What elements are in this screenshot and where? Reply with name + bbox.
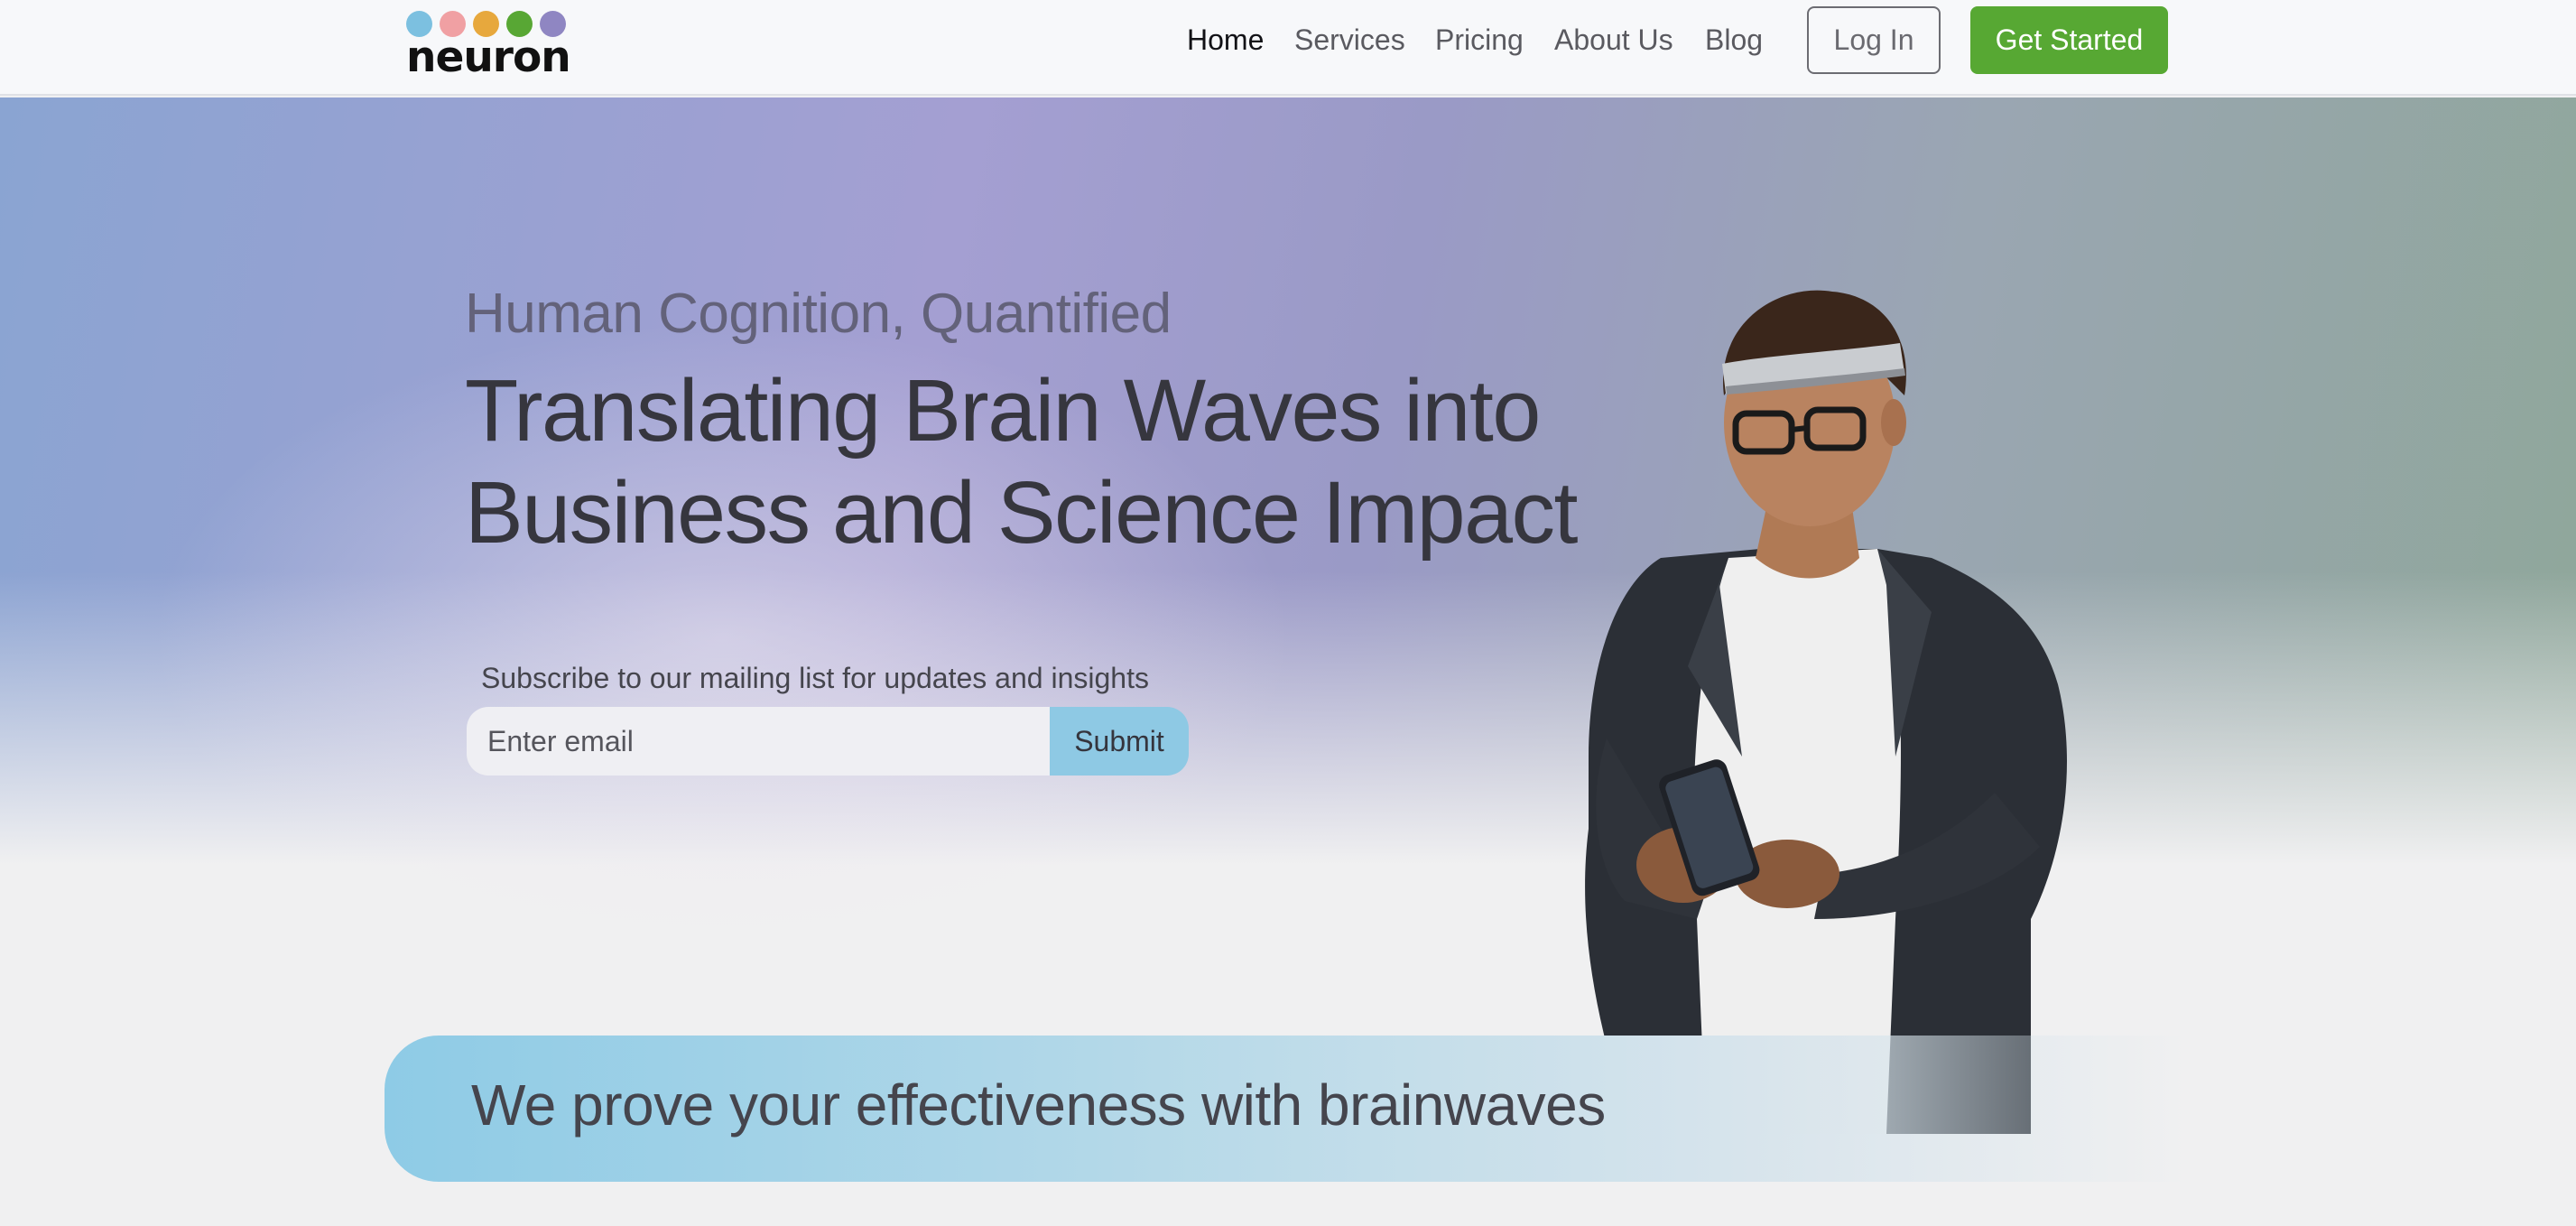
submit-button[interactable]: Submit [1050,707,1189,776]
hero-headline: Translating Brain Waves into Business an… [465,359,1638,563]
hero-headline-line1: Translating Brain Waves into [465,361,1541,460]
brand-wordmark: neuron [406,33,571,82]
nav-link-about-us[interactable]: About Us [1554,23,1673,57]
hero-headline-line2: Business and Science Impact [465,463,1578,562]
banner-text: We prove your effectiveness with brainwa… [471,1073,1606,1138]
brand-logo[interactable]: neuron [406,9,571,82]
subscribe-label: Subscribe to our mailing list for update… [481,662,1149,694]
nav-link-pricing[interactable]: Pricing [1435,23,1524,57]
hero-kicker: Human Cognition, Quantified [465,283,1172,345]
top-navbar: neuron Home Services Pricing About Us Bl… [0,0,2576,96]
email-input[interactable] [467,707,1051,776]
get-started-button[interactable]: Get Started [1970,6,2168,74]
nav-link-services[interactable]: Services [1294,23,1405,57]
hero-person-illustration [1585,290,2067,1134]
nav-link-home[interactable]: Home [1187,23,1264,57]
login-button[interactable]: Log In [1807,6,1941,74]
nav-link-blog[interactable]: Blog [1705,23,1763,57]
value-prop-banner: We prove your effectiveness with brainwa… [385,1036,2190,1182]
